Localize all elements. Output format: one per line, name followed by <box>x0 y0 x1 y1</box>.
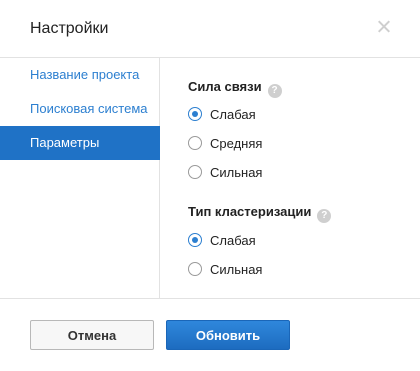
radio-indicator <box>188 262 202 276</box>
update-button[interactable]: Обновить <box>166 320 290 350</box>
clustering-group-title: Тип кластеризации? <box>188 204 332 223</box>
clustering-label: Тип кластеризации <box>188 204 312 219</box>
radio-label: Слабая <box>210 232 256 248</box>
radio-indicator <box>188 136 202 150</box>
dialog-header: Настройки <box>0 0 420 58</box>
help-icon[interactable]: ? <box>267 84 282 98</box>
radio-label: Сильная <box>210 164 263 180</box>
strength-option-weak[interactable]: Слабая <box>188 104 256 124</box>
strength-option-medium[interactable]: Средняя <box>188 133 262 153</box>
strength-label: Сила связи <box>188 79 262 94</box>
radio-indicator <box>188 233 202 247</box>
sidebar-item-search-engine[interactable]: Поисковая система <box>0 92 160 126</box>
clustering-option-strong[interactable]: Сильная <box>188 259 262 279</box>
close-icon[interactable] <box>376 18 392 34</box>
dialog-title: Настройки <box>30 20 109 37</box>
radio-label: Средняя <box>210 135 263 151</box>
sidebar-item-project-name[interactable]: Название проекта <box>0 58 160 92</box>
sidebar-item-parameters[interactable]: Параметры <box>0 126 160 160</box>
dialog-footer: Отмена Обновить <box>0 298 420 371</box>
clustering-option-weak[interactable]: Слабая <box>188 230 256 250</box>
settings-sidebar: Название проекта Поисковая система Парам… <box>0 58 160 298</box>
radio-indicator <box>188 165 202 179</box>
cancel-button[interactable]: Отмена <box>30 320 154 350</box>
radio-label: Сильная <box>210 261 263 277</box>
radio-indicator <box>188 107 202 121</box>
help-icon[interactable]: ? <box>317 209 332 223</box>
strength-option-strong[interactable]: Сильная <box>188 162 262 182</box>
strength-group-title: Сила связи? <box>188 79 282 98</box>
settings-content: Сила связи? Слабая Средняя Сильная Тип к… <box>160 58 420 298</box>
radio-label: Слабая <box>210 106 256 122</box>
